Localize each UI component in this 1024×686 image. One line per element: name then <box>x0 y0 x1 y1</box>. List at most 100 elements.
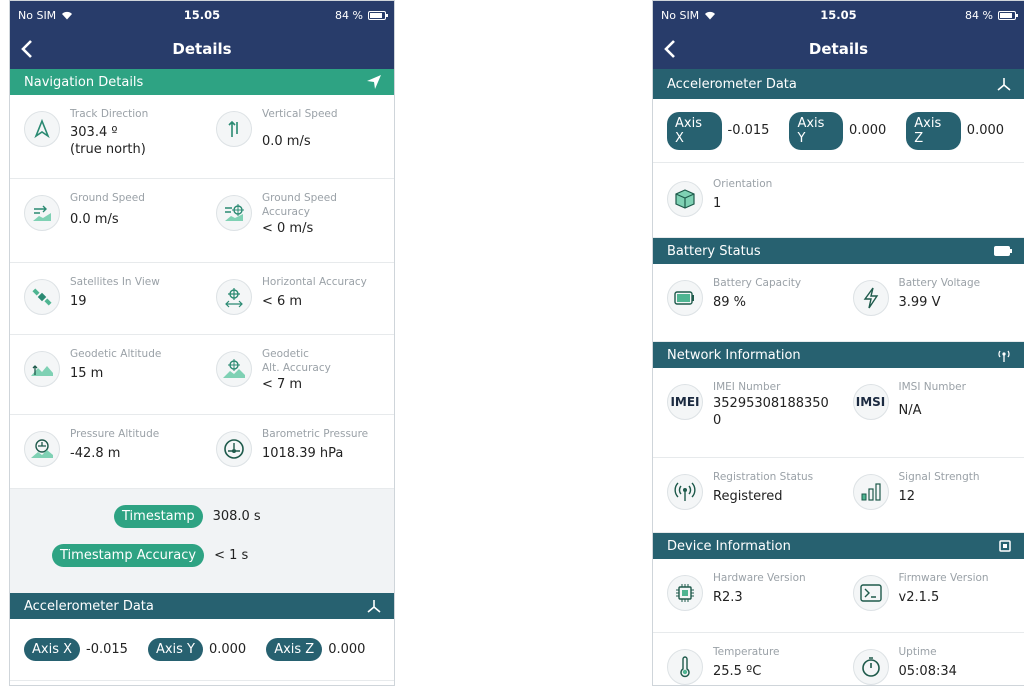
ground-speed-accuracy-label: Ground Speed <box>262 192 337 204</box>
axes-icon <box>997 78 1011 91</box>
axis-y-badge: Axis Y <box>147 638 203 661</box>
battery-voltage-value: 3.99 V <box>898 295 941 310</box>
satellites-in-view: Satellites In View 19 <box>10 263 202 334</box>
horizontal-accuracy-value: < 6 m <box>262 294 303 309</box>
hardware-version: Hardware Version R2.3 <box>653 559 839 632</box>
battery-capacity-value: 89 % <box>713 295 747 310</box>
section-title: Battery Status <box>667 243 761 259</box>
satellite-icon <box>24 279 60 315</box>
geodetic-altitude-value: 15 m <box>70 366 104 381</box>
chevron-left-icon <box>664 40 675 58</box>
imei-number: IMEI IMEI Number 35295308188350 0 <box>653 368 839 457</box>
firmware-version-value: v2.1.5 <box>898 590 940 605</box>
nav-row: Track Direction 303.4 º (true north) Ver… <box>10 95 394 179</box>
imei-icon: IMEI <box>667 384 703 420</box>
imsi-value: N/A <box>898 403 922 418</box>
vertical-speed-label: Vertical Speed <box>262 108 338 120</box>
temperature-label: Temperature <box>713 646 780 658</box>
ground-speed-value: 0.0 m/s <box>70 212 119 227</box>
battery-icon <box>994 246 1012 256</box>
timestamp-row: Timestamp 308.0 s <box>10 505 394 528</box>
accelerometer-axes: Axis X -0.015 Axis Y 0.000 Axis Z 0.000 <box>10 619 394 681</box>
carrier-label: No SIM <box>661 8 700 22</box>
horizontal-accuracy-icon <box>216 279 252 315</box>
track-direction-label: Track Direction <box>70 108 149 120</box>
imsi-label: IMSI Number <box>898 381 966 393</box>
ground-speed-accuracy-value: < 0 m/s <box>262 221 314 236</box>
vertical-speed: Vertical Speed 0.0 m/s <box>202 95 394 178</box>
axis-x-value: -0.015 <box>86 642 128 657</box>
axis-z-badge: Axis Z <box>906 111 961 150</box>
device-row: Temperature 25.5 ºC Uptime 05:08:34 <box>653 633 1024 685</box>
accelerometer-axes: Axis X -0.015 Axis Y 0.000 Axis Z 0.000 <box>653 99 1024 163</box>
section-title: Navigation Details <box>24 74 144 90</box>
orientation-value: 1 <box>713 196 722 211</box>
orientation: Orientation 1 <box>653 163 1024 238</box>
status-bar: No SIM 15.05 84 % <box>653 1 1024 29</box>
imei-value: 35295308188350 <box>713 396 829 411</box>
lightning-icon <box>852 280 889 316</box>
left-screen: No SIM 15.05 84 % Details Navigation Det… <box>9 0 395 686</box>
temperature: Temperature 25.5 ºC <box>653 633 839 685</box>
pressure-altitude: Pressure Altitude -42.8 m <box>10 415 202 488</box>
pressure-altitude-label: Pressure Altitude <box>70 428 160 440</box>
geodetic-accuracy-value: < 7 m <box>262 377 303 392</box>
track-direction-reference: (true north) <box>70 142 146 157</box>
axis-x-badge: Axis X <box>24 638 81 661</box>
barometric-pressure: Barometric Pressure 1018.39 hPa <box>202 415 394 488</box>
battery-status-header: Battery Status <box>653 238 1024 264</box>
signal-bars-icon <box>852 474 889 510</box>
timestamp-accuracy-badge: Timestamp Accuracy <box>52 544 205 567</box>
imei-label: IMEI Number <box>713 381 781 393</box>
ground-speed-icon <box>24 195 60 231</box>
nav-bar: Details <box>10 29 394 69</box>
thermometer-icon <box>667 649 703 685</box>
signal-strength-label: Signal Strength <box>898 471 980 483</box>
device-information-header: Device Information <box>653 533 1024 559</box>
axes-icon <box>367 600 381 613</box>
back-button[interactable] <box>10 29 44 69</box>
axis-y-badge: Axis Y <box>789 111 844 150</box>
axis-z-badge: Axis Z <box>266 638 323 661</box>
registration-status: Registration Status Registered <box>653 458 839 532</box>
timestamp-accuracy-row: Timestamp Accuracy < 1 s <box>10 544 394 567</box>
network-row: Registration Status Registered Signal St… <box>653 458 1024 533</box>
battery-voltage-label: Battery Voltage <box>898 277 981 289</box>
track-direction: Track Direction 303.4 º (true north) <box>10 95 202 178</box>
horizontal-accuracy: Horizontal Accuracy < 6 m <box>202 263 394 334</box>
accelerometer-header: Accelerometer Data <box>653 69 1024 99</box>
wifi-icon <box>705 11 716 19</box>
nav-row: Ground Speed 0.0 m/s Ground Speed Accura… <box>10 179 394 263</box>
nav-bar: Details <box>653 29 1024 69</box>
geodetic-accuracy-label: Geodetic <box>262 348 309 360</box>
pressure-altitude-icon <box>24 431 60 467</box>
track-direction-value: 303.4 º <box>70 125 118 140</box>
back-button[interactable] <box>653 29 687 69</box>
ground-speed-label: Ground Speed <box>70 192 145 204</box>
barometer-icon <box>216 431 252 467</box>
wifi-icon <box>62 11 73 19</box>
vertical-speed-icon <box>216 111 252 147</box>
stopwatch-icon <box>852 649 889 685</box>
terminal-icon <box>852 575 889 611</box>
axis-z-value: 0.000 <box>328 642 366 657</box>
satellites-label: Satellites In View <box>70 276 160 288</box>
battery-capacity: Battery Capacity 89 % <box>653 264 839 341</box>
section-title: Accelerometer Data <box>667 76 797 92</box>
page-title: Details <box>808 40 869 58</box>
battery-indicator-icon <box>998 10 1018 20</box>
barometric-pressure-label: Barometric Pressure <box>262 428 369 440</box>
pressure-altitude-value: -42.8 m <box>70 446 121 461</box>
network-information-header: Network Information <box>653 342 1024 368</box>
geodetic-accuracy: Geodetic Alt. Accuracy < 7 m <box>202 335 394 414</box>
accelerometer-header: Accelerometer Data <box>10 593 394 619</box>
uptime-label: Uptime <box>898 646 937 658</box>
navigation-details-header: Navigation Details <box>10 69 394 95</box>
axis-x-value: -0.015 <box>727 123 770 138</box>
network-row: IMEI IMEI Number 35295308188350 0 IMSI I… <box>653 368 1024 458</box>
ground-speed-accuracy-icon <box>216 195 252 231</box>
uptime-value: 05:08:34 <box>898 664 957 679</box>
nav-row: Geodetic Altitude 15 m Geodetic Alt. Acc… <box>10 335 394 415</box>
chevron-left-icon <box>21 40 32 58</box>
ground-speed: Ground Speed 0.0 m/s <box>10 179 202 262</box>
